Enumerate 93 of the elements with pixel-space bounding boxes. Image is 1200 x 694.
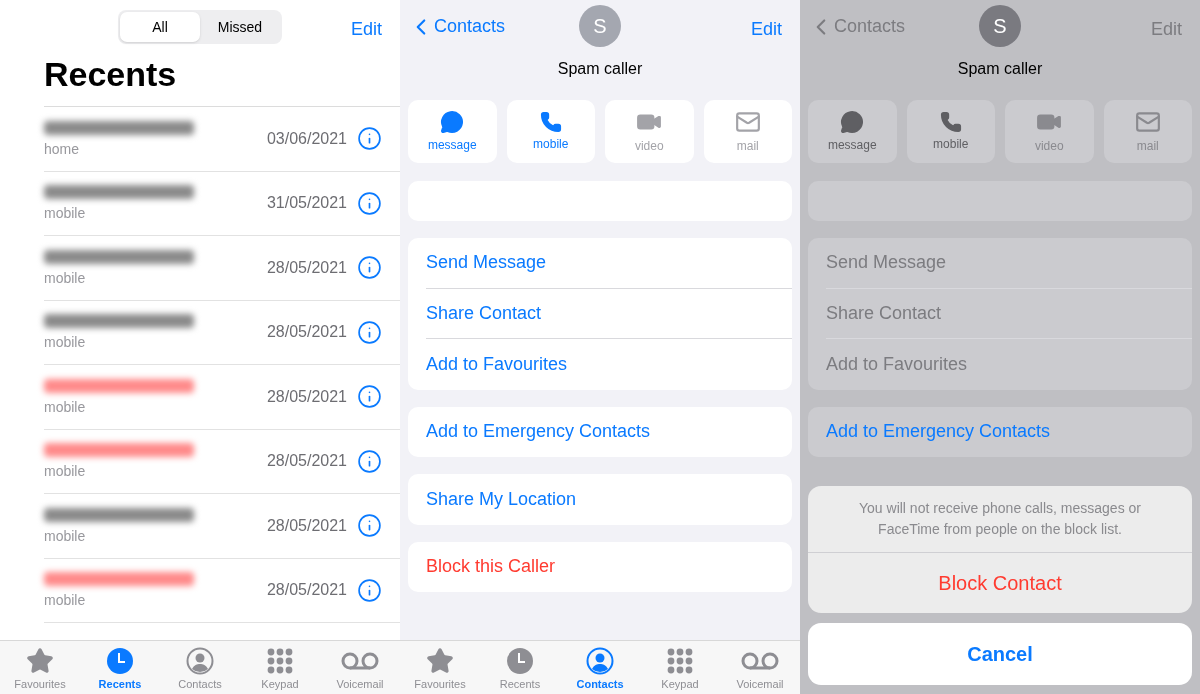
tab-item[interactable]: Favourites xyxy=(0,641,80,694)
tab-label: Voicemail xyxy=(736,677,784,692)
call-type: mobile xyxy=(44,269,86,286)
tab-item[interactable]: Favourites xyxy=(400,641,480,694)
call-type: mobile xyxy=(44,592,86,609)
tab-label: Contacts xyxy=(576,677,624,692)
call-date: 28/05/2021 xyxy=(266,451,347,472)
action-button[interactable]: message xyxy=(408,100,497,163)
tab-item[interactable]: Recents xyxy=(80,641,160,694)
back-link[interactable]: Contacts xyxy=(808,13,906,40)
clock-icon xyxy=(106,647,134,675)
menu-item[interactable]: Send Message xyxy=(426,238,792,289)
tab-label: Favourites xyxy=(414,677,466,692)
call-type: mobile xyxy=(44,527,86,544)
menu-item[interactable]: Share Contact xyxy=(826,288,1192,339)
info-icon[interactable] xyxy=(357,319,382,345)
call-type: mobile xyxy=(44,334,86,351)
action-button[interactable]: mobile xyxy=(906,100,995,163)
menu-item[interactable]: Block this Caller xyxy=(426,541,792,592)
menu-item[interactable]: Send Message xyxy=(826,238,1192,289)
call-date: 28/05/2021 xyxy=(266,322,347,343)
tab-item[interactable]: Contacts xyxy=(160,641,240,694)
call-type: mobile xyxy=(44,398,86,415)
cancel-button[interactable]: Cancel xyxy=(808,623,1192,685)
contact-name: Spam caller xyxy=(957,59,1043,79)
keypad-icon xyxy=(666,647,694,675)
call-date: 28/05/2021 xyxy=(266,257,347,278)
call-date: 03/06/2021 xyxy=(266,128,347,149)
call-row[interactable]: mobile 28/05/2021 xyxy=(44,558,400,623)
tab-label: Favourites xyxy=(14,677,66,692)
star-icon xyxy=(426,647,454,675)
segment[interactable]: All xyxy=(120,12,200,42)
info-icon[interactable] xyxy=(357,513,382,539)
menu-item[interactable]: Share Contact xyxy=(426,288,792,339)
tab-label: Recents xyxy=(98,677,142,692)
sheet-message: You will not receive phone calls, messages or FaceTime from people on the block list. xyxy=(808,486,1192,553)
edit-link[interactable]: Edit xyxy=(750,16,782,43)
menu-item[interactable]: Add to Favourites xyxy=(426,339,792,390)
action-button[interactable]: message xyxy=(808,100,897,163)
person-icon xyxy=(186,647,214,675)
phone-icon xyxy=(539,110,562,133)
action-button[interactable]: mobile xyxy=(506,100,595,163)
keypad-icon xyxy=(266,647,294,675)
info-icon[interactable] xyxy=(357,190,382,216)
call-row[interactable]: mobile 28/05/2021 xyxy=(44,429,400,494)
tab-label: Keypad xyxy=(661,677,699,692)
info-icon[interactable] xyxy=(357,577,382,603)
info-icon[interactable] xyxy=(357,255,382,281)
info-icon[interactable] xyxy=(357,384,382,410)
menu-item[interactable]: Add to Favourites xyxy=(826,339,1192,390)
clock-icon xyxy=(506,647,534,675)
call-row[interactable]: mobile 28/05/2021 xyxy=(44,365,400,430)
tab-label: Voicemail xyxy=(336,677,384,692)
block-contact-button[interactable]: Block Contact xyxy=(808,553,1192,613)
menu-item[interactable]: Add to Emergency Contacts xyxy=(826,406,1192,457)
tab-label: Keypad xyxy=(261,677,299,692)
info-icon[interactable] xyxy=(357,448,382,474)
tab-item[interactable]: Keypad xyxy=(240,641,320,694)
call-date: 28/05/2021 xyxy=(266,580,347,601)
call-date: 31/05/2021 xyxy=(266,193,347,214)
call-date: 28/05/2021 xyxy=(266,386,347,407)
speech-bubble-icon xyxy=(840,109,865,134)
tab-label: Recents xyxy=(499,677,541,692)
speech-bubble-icon xyxy=(440,109,465,134)
info-icon[interactable] xyxy=(357,126,382,152)
tab-item[interactable]: Voicemail xyxy=(720,641,800,694)
page-title: Recents xyxy=(43,54,178,95)
edit-link[interactable]: Edit xyxy=(350,16,382,43)
call-type: home xyxy=(44,140,80,157)
avatar: S xyxy=(579,5,621,47)
tab-item[interactable]: Keypad xyxy=(640,641,720,694)
menu-item[interactable]: Share My Location xyxy=(426,474,792,525)
contact-name: Spam caller xyxy=(557,59,643,79)
call-row[interactable]: mobile 28/05/2021 xyxy=(44,494,400,559)
call-type: mobile xyxy=(44,205,86,222)
tab-item[interactable]: Recents xyxy=(480,641,560,694)
phone-icon xyxy=(939,110,962,133)
call-row[interactable]: mobile 28/05/2021 xyxy=(44,236,400,301)
call-row[interactable]: home 03/06/2021 xyxy=(44,107,400,172)
segment[interactable]: Missed xyxy=(200,12,280,42)
call-row[interactable]: mobile 28/05/2021 xyxy=(44,300,400,365)
call-date: 28/05/2021 xyxy=(266,515,347,536)
star-icon xyxy=(26,647,54,675)
person-icon xyxy=(586,647,614,675)
call-type: mobile xyxy=(44,463,86,480)
avatar: S xyxy=(979,5,1021,47)
tab-item[interactable]: Contacts xyxy=(560,641,640,694)
edit-link[interactable]: Edit xyxy=(1150,16,1182,43)
back-link[interactable]: Contacts xyxy=(408,13,506,40)
tab-label: Contacts xyxy=(178,677,222,692)
call-row[interactable]: mobile 31/05/2021 xyxy=(44,171,400,236)
menu-item[interactable]: Add to Emergency Contacts xyxy=(426,406,792,457)
tab-item[interactable]: Voicemail xyxy=(320,641,400,694)
